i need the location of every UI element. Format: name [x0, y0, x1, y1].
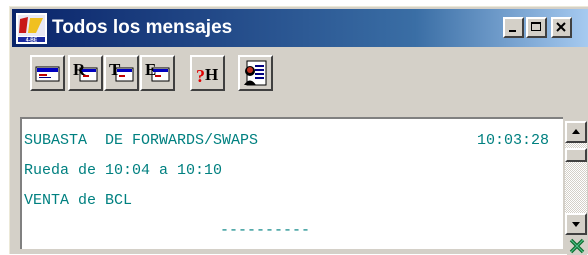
- svg-text:T: T: [109, 60, 121, 79]
- t-messages-icon: T: [109, 60, 134, 82]
- t-messages-button[interactable]: T: [104, 55, 139, 91]
- scroll-thumb[interactable]: [565, 148, 587, 162]
- maximize-icon: [531, 22, 541, 31]
- help-button[interactable]: ? H: [190, 55, 225, 91]
- svg-text:E: E: [145, 60, 156, 79]
- close-button[interactable]: [551, 17, 572, 38]
- message-line-1: SUBASTA DE FORWARDS/SWAPS: [24, 132, 259, 149]
- minimize-icon: [509, 30, 516, 32]
- svg-text:?: ?: [196, 66, 205, 86]
- message-time: 10:03:28: [476, 132, 549, 149]
- message-line-2: Rueda de 10:04 a 10:10: [24, 162, 223, 179]
- message-separator: ----------: [220, 222, 311, 239]
- window-title: Todos los mensajes: [52, 17, 233, 38]
- minimize-button[interactable]: [503, 17, 524, 38]
- app-logo-icon[interactable]: 4-BE: [16, 13, 47, 44]
- r-messages-icon: R: [73, 60, 98, 82]
- svg-text:H: H: [205, 65, 218, 84]
- scroll-up-arrow-icon: [572, 129, 580, 134]
- r-messages-button[interactable]: R: [68, 55, 103, 91]
- excel-export-icon[interactable]: [567, 237, 587, 255]
- messages-window: 4-BE Todos los mensajes R T E ? H SUBAST…: [9, 6, 588, 255]
- maximize-button[interactable]: [526, 17, 547, 38]
- svg-text:R: R: [73, 60, 86, 79]
- scroll-up-button[interactable]: [565, 121, 587, 143]
- user-report-icon: [244, 60, 267, 86]
- e-messages-icon: E: [145, 60, 170, 82]
- messages-panel[interactable]: SUBASTA DE FORWARDS/SWAPS 10:03:28 Rueda…: [20, 117, 563, 249]
- e-messages-button[interactable]: E: [140, 55, 175, 91]
- help-icon: ? H: [196, 65, 218, 86]
- all-messages-icon: [35, 66, 60, 82]
- scroll-down-button[interactable]: [565, 213, 587, 235]
- scroll-down-arrow-icon: [572, 222, 580, 227]
- message-line-3: VENTA de BCL: [24, 192, 133, 209]
- close-icon: [556, 22, 566, 32]
- svg-text:4-BE: 4-BE: [26, 38, 38, 44]
- vertical-scrollbar[interactable]: [563, 117, 588, 255]
- title-bar[interactable]: 4-BE Todos los mensajes: [12, 9, 588, 47]
- toolbar: R T E ? H: [14, 55, 588, 107]
- user-report-button[interactable]: [238, 55, 273, 91]
- all-messages-button[interactable]: [30, 55, 65, 91]
